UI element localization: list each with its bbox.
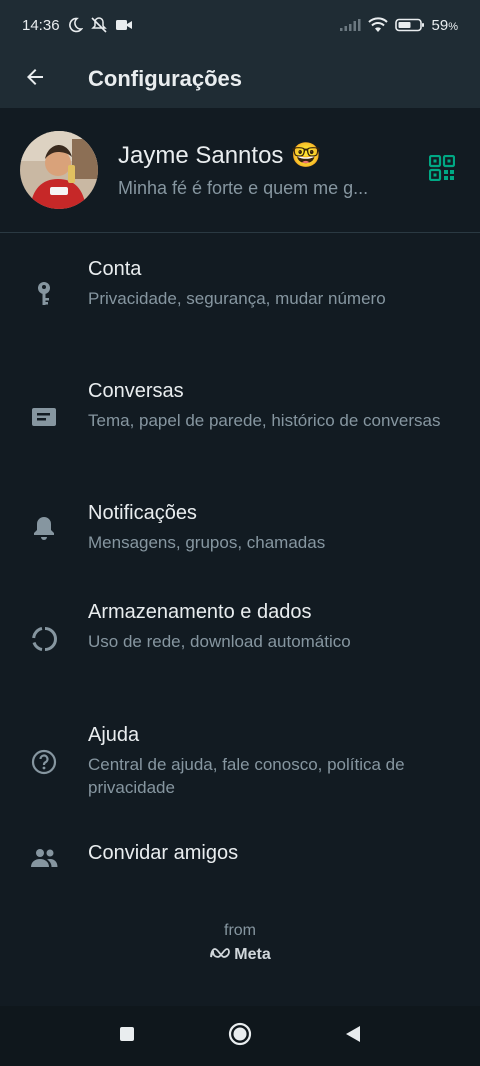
data-usage-icon bbox=[26, 621, 62, 657]
status-time: 14:36 bbox=[22, 16, 60, 34]
menu-text: Convidar amigos bbox=[88, 840, 450, 866]
recents-square-icon bbox=[119, 1026, 135, 1047]
menu-title: Convidar amigos bbox=[88, 842, 239, 864]
back-button[interactable] bbox=[0, 50, 70, 108]
menu-title: Notificações bbox=[88, 502, 197, 524]
profile-name-row: Jayme Sanntos 🤓 bbox=[118, 141, 412, 170]
menu-item-notificacoes[interactable]: Notificações Mensagens, grupos, chamadas bbox=[0, 500, 480, 566]
menu-text: Conversas Tema, papel de parede, históri… bbox=[88, 378, 450, 432]
profile-row[interactable]: Jayme Sanntos 🤓 Minha fé é forte e quem … bbox=[0, 108, 480, 233]
system-nav-bar bbox=[0, 1006, 480, 1066]
home-button[interactable] bbox=[220, 1016, 260, 1056]
arrow-left-icon bbox=[23, 65, 47, 94]
video-icon bbox=[115, 18, 133, 32]
menu-title: Conversas bbox=[88, 380, 184, 402]
muted-icon bbox=[90, 16, 108, 34]
menu-subtitle: Uso de rede, download automático bbox=[88, 632, 351, 651]
meta-label: Meta bbox=[234, 946, 271, 963]
menu-item-ajuda[interactable]: Ajuda Central de ajuda, fale conosco, po… bbox=[0, 722, 480, 814]
wifi-icon bbox=[367, 17, 388, 33]
signal-icon bbox=[339, 18, 361, 32]
menu-text: Notificações Mensagens, grupos, chamadas bbox=[88, 500, 450, 554]
home-circle-icon bbox=[228, 1022, 252, 1051]
profile-text: Jayme Sanntos 🤓 Minha fé é forte e quem … bbox=[118, 141, 412, 199]
menu-text: Conta Privacidade, segurança, mudar núme… bbox=[88, 256, 450, 310]
menu-title: Armazenamento e dados bbox=[88, 601, 312, 623]
menu-item-conversas[interactable]: Conversas Tema, papel de parede, históri… bbox=[0, 378, 480, 470]
back-triangle-icon bbox=[345, 1025, 361, 1048]
menu-subtitle: Tema, papel de parede, histórico de conv… bbox=[88, 411, 441, 430]
from-label: from bbox=[224, 922, 256, 939]
battery-icon bbox=[394, 18, 425, 32]
profile-name: Jayme Sanntos bbox=[118, 141, 284, 169]
footer: from Meta bbox=[0, 922, 480, 964]
recents-button[interactable] bbox=[107, 1016, 147, 1056]
bell-icon bbox=[26, 510, 62, 546]
avatar[interactable] bbox=[20, 131, 98, 209]
qr-code-button[interactable] bbox=[412, 140, 472, 200]
menu-title: Ajuda bbox=[88, 724, 140, 746]
meta-logo-icon bbox=[209, 946, 231, 964]
meta-brand: Meta bbox=[0, 946, 480, 964]
back-nav-button[interactable] bbox=[333, 1016, 373, 1056]
menu-title: Conta bbox=[88, 258, 142, 280]
menu-subtitle: Central de ajuda, fale conosco, política… bbox=[88, 755, 405, 797]
menu-text: Ajuda Central de ajuda, fale conosco, po… bbox=[88, 722, 450, 799]
profile-emoji: 🤓 bbox=[291, 142, 322, 169]
qr-code-icon bbox=[428, 154, 456, 186]
chat-icon bbox=[26, 400, 62, 436]
help-icon bbox=[26, 744, 62, 780]
battery-percent: 59% bbox=[431, 16, 458, 34]
menu-subtitle: Privacidade, segurança, mudar número bbox=[88, 289, 386, 308]
profile-status: Minha fé é forte e quem me g... bbox=[118, 178, 369, 198]
menu-item-convidar-amigos[interactable]: Convidar amigos bbox=[0, 840, 480, 880]
people-icon bbox=[26, 840, 62, 876]
menu-item-armazenamento[interactable]: Armazenamento e dados Uso de rede, downl… bbox=[0, 599, 480, 691]
menu-text: Armazenamento e dados Uso de rede, downl… bbox=[88, 599, 450, 653]
moon-icon bbox=[67, 17, 83, 33]
page-title: Configurações bbox=[88, 66, 243, 91]
menu-subtitle: Mensagens, grupos, chamadas bbox=[88, 533, 326, 552]
key-icon bbox=[26, 276, 62, 312]
status-left: 14:36 bbox=[22, 16, 133, 34]
status-bar: 14:36 59% bbox=[0, 0, 480, 50]
app-bar: Configurações bbox=[0, 50, 480, 108]
menu-item-conta[interactable]: Conta Privacidade, segurança, mudar núme… bbox=[0, 256, 480, 348]
status-right: 59% bbox=[339, 17, 458, 34]
